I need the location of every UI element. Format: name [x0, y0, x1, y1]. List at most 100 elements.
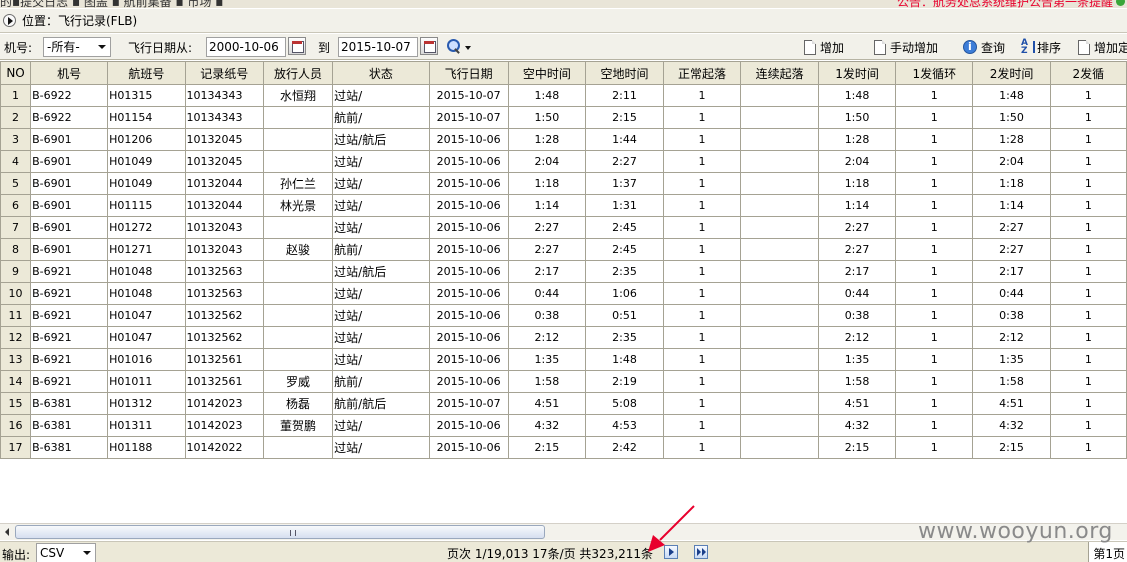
- flight-date-cell[interactable]: 2015-10-06: [428, 304, 509, 327]
- row-number[interactable]: 9: [0, 260, 32, 283]
- releaser-cell[interactable]: [262, 282, 334, 305]
- status-cell[interactable]: 航前/航后: [332, 392, 430, 415]
- engine2-time-cell[interactable]: 4:32: [972, 414, 1051, 437]
- block-time-cell[interactable]: 1:37: [585, 172, 664, 195]
- table-row[interactable]: 10 B-6921 H01048 10132563 过站/2015-10-06 0:44 1…: [0, 282, 1127, 305]
- aircraft-cell[interactable]: B-6921: [30, 282, 109, 305]
- table-row[interactable]: 13 B-6921 H01016 10132561 过站/2015-10-06 1:35 1…: [0, 348, 1127, 371]
- table-row[interactable]: 5 B-6901 H01049 10132044 孙仁兰 过站/2015-10-06 1:1…: [0, 172, 1127, 195]
- row-number[interactable]: 5: [0, 172, 32, 195]
- flight-date-cell[interactable]: 2015-10-07: [428, 84, 509, 107]
- chevron-down-icon[interactable]: [465, 46, 471, 50]
- engine1-time-cell[interactable]: 2:27: [817, 238, 897, 261]
- block-time-cell[interactable]: 2:11: [585, 84, 664, 107]
- releaser-cell[interactable]: [262, 106, 334, 129]
- aircraft-cell[interactable]: B-6921: [30, 326, 109, 349]
- flight-date-cell[interactable]: 2015-10-07: [428, 392, 509, 415]
- engine1-time-cell[interactable]: 1:28: [817, 128, 897, 151]
- expand-arrow-icon[interactable]: [3, 14, 16, 27]
- continuous-landings-cell[interactable]: [740, 370, 819, 393]
- engine1-time-cell[interactable]: 2:15: [817, 436, 897, 459]
- flight-date-cell[interactable]: 2015-10-06: [428, 150, 509, 173]
- flight-number-cell[interactable]: H01312: [107, 392, 186, 415]
- engine2-time-cell[interactable]: 2:27: [972, 216, 1051, 239]
- flight-number-cell[interactable]: H01048: [107, 282, 186, 305]
- block-time-cell[interactable]: 2:19: [585, 370, 664, 393]
- table-row[interactable]: 11 B-6921 H01047 10132562 过站/2015-10-06 0:38 0…: [0, 304, 1127, 327]
- row-number[interactable]: 3: [0, 128, 32, 151]
- block-time-cell[interactable]: 2:15: [585, 106, 664, 129]
- flight-number-cell[interactable]: H01272: [107, 216, 186, 239]
- aircraft-cell[interactable]: B-6921: [30, 370, 109, 393]
- horizontal-scrollbar[interactable]: [0, 523, 1127, 540]
- top-menu-text[interactable]: 的▪提交日志 ▪ 图盖 ▪ 航前集备 ▪ 市场 ▪: [0, 0, 223, 8]
- status-cell[interactable]: 过站/航后: [332, 260, 430, 283]
- flight-number-cell[interactable]: H01188: [107, 436, 186, 459]
- landings-cell[interactable]: 1: [662, 436, 742, 459]
- table-row[interactable]: 4 B-6901 H01049 10132045 过站/2015-10-06 2:04 2:…: [0, 150, 1127, 173]
- engine1-time-cell[interactable]: 4:51: [817, 392, 897, 415]
- aircraft-cell[interactable]: B-6922: [30, 106, 109, 129]
- table-row[interactable]: 1 B-6922 H01315 10134343 水恒翔 过站/2015-10-07 1:4…: [0, 84, 1127, 107]
- engine2-cycles-cell[interactable]: 1: [1049, 106, 1127, 129]
- row-number[interactable]: 12: [0, 326, 32, 349]
- block-time-cell[interactable]: 2:42: [585, 436, 664, 459]
- status-cell[interactable]: 过站/: [332, 326, 430, 349]
- block-time-cell[interactable]: 2:27: [585, 150, 664, 173]
- log-number-cell[interactable]: 10132043: [184, 238, 264, 261]
- engine1-cycles-cell[interactable]: 1: [895, 436, 974, 459]
- engine2-cycles-cell[interactable]: 1: [1049, 172, 1127, 195]
- announcement-text[interactable]: 公告：航务处总系统维护公告第一条提醒: [897, 0, 1113, 8]
- releaser-cell[interactable]: [262, 216, 334, 239]
- landings-cell[interactable]: 1: [662, 216, 742, 239]
- engine2-cycles-cell[interactable]: 1: [1049, 282, 1127, 305]
- status-cell[interactable]: 过站/: [332, 304, 430, 327]
- engine1-time-cell[interactable]: 0:44: [817, 282, 897, 305]
- aircraft-cell[interactable]: B-6921: [30, 304, 109, 327]
- row-number[interactable]: 1: [0, 84, 32, 107]
- continuous-landings-cell[interactable]: [740, 238, 819, 261]
- add-fixed-button[interactable]: 增加定: [1078, 37, 1127, 57]
- continuous-landings-cell[interactable]: [740, 326, 819, 349]
- last-page-icon[interactable]: [694, 545, 708, 559]
- table-row[interactable]: 8 B-6901 H01271 10132043 赵骏 航前/2015-10-06 2:27…: [0, 238, 1127, 261]
- aircraft-cell[interactable]: B-6922: [30, 84, 109, 107]
- engine2-cycles-cell[interactable]: 1: [1049, 370, 1127, 393]
- flight-number-cell[interactable]: H01047: [107, 326, 186, 349]
- table-row[interactable]: 6 B-6901 H01115 10132044 林光景 过站/2015-10-06 1:1…: [0, 194, 1127, 217]
- landings-cell[interactable]: 1: [662, 84, 742, 107]
- row-number[interactable]: 6: [0, 194, 32, 217]
- log-number-cell[interactable]: 10132045: [184, 128, 264, 151]
- continuous-landings-cell[interactable]: [740, 414, 819, 437]
- aircraft-cell[interactable]: B-6901: [30, 150, 109, 173]
- continuous-landings-cell[interactable]: [740, 150, 819, 173]
- air-time-cell[interactable]: 1:48: [507, 84, 587, 107]
- log-number-cell[interactable]: 10132563: [184, 282, 264, 305]
- aircraft-select[interactable]: -所有-: [43, 37, 111, 57]
- log-number-cell[interactable]: 10132043: [184, 216, 264, 239]
- engine2-cycles-cell[interactable]: 1: [1049, 238, 1127, 261]
- releaser-cell[interactable]: [262, 304, 334, 327]
- output-format-select[interactable]: CSV: [36, 543, 96, 562]
- column-header[interactable]: 记录纸号: [184, 61, 264, 85]
- air-time-cell[interactable]: 1:14: [507, 194, 587, 217]
- status-cell[interactable]: 航前/: [332, 370, 430, 393]
- date-to-field[interactable]: 2015-10-07: [338, 37, 418, 57]
- air-time-cell[interactable]: 0:38: [507, 304, 587, 327]
- log-number-cell[interactable]: 10132562: [184, 304, 264, 327]
- releaser-cell[interactable]: [262, 260, 334, 283]
- releaser-cell[interactable]: [262, 128, 334, 151]
- manual-add-button[interactable]: 手动增加: [874, 37, 938, 57]
- row-number[interactable]: 11: [0, 304, 32, 327]
- air-time-cell[interactable]: 1:18: [507, 172, 587, 195]
- engine2-cycles-cell[interactable]: 1: [1049, 326, 1127, 349]
- landings-cell[interactable]: 1: [662, 282, 742, 305]
- column-header[interactable]: 1发时间: [817, 61, 897, 85]
- flight-date-cell[interactable]: 2015-10-06: [428, 348, 509, 371]
- aircraft-cell[interactable]: B-6921: [30, 260, 109, 283]
- engine1-time-cell[interactable]: 1:18: [817, 172, 897, 195]
- table-row[interactable]: 3 B-6901 H01206 10132045 过站/航后 2015-10-06 1:28…: [0, 128, 1127, 151]
- table-row[interactable]: 14 B-6921 H01011 10132561 罗威 航前/2015-10-06 1:5…: [0, 370, 1127, 393]
- engine2-time-cell[interactable]: 0:44: [972, 282, 1051, 305]
- flight-date-cell[interactable]: 2015-10-06: [428, 436, 509, 459]
